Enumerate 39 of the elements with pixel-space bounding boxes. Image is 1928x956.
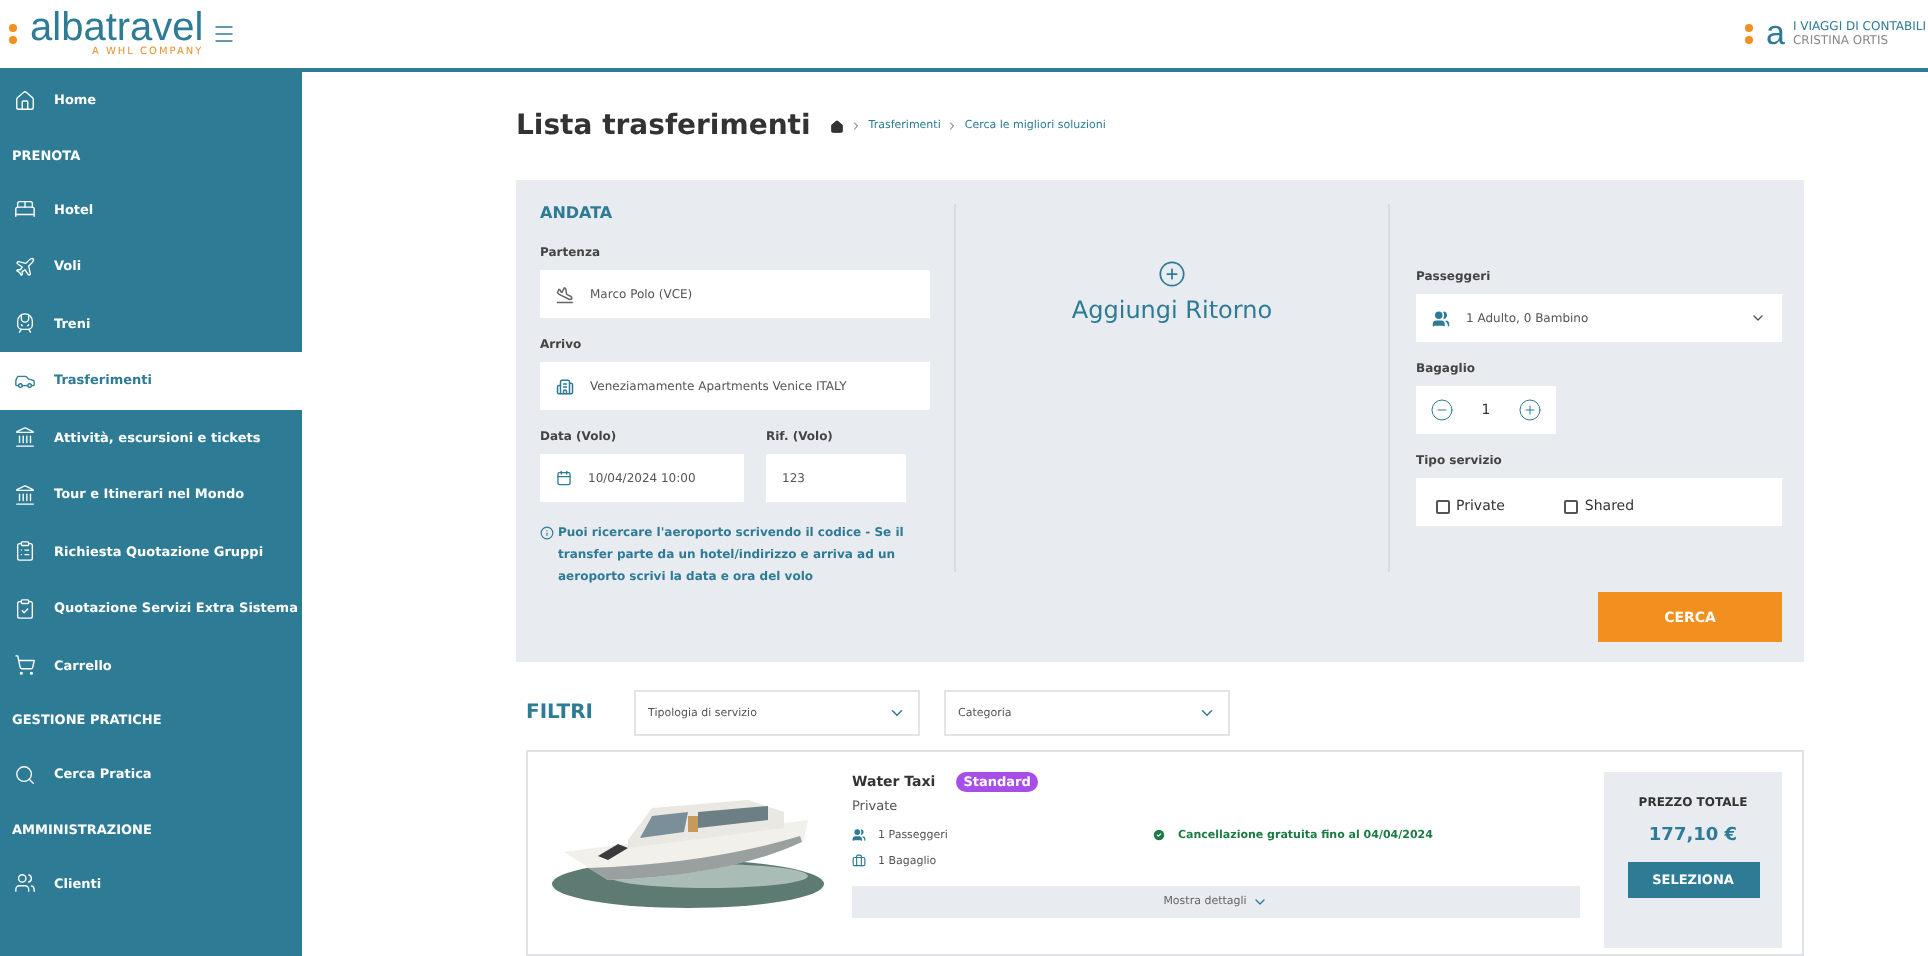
info-icon (540, 526, 554, 540)
bag-icon (852, 854, 866, 868)
clipboard-icon (14, 540, 36, 563)
chevron-down-icon (1750, 310, 1766, 326)
agency-logo: a (1766, 18, 1785, 50)
section-title: ANDATA (540, 204, 615, 222)
landmark-icon (14, 426, 36, 449)
menu-icon[interactable] (211, 22, 236, 46)
chevron-right-icon (946, 120, 959, 132)
home-icon[interactable] (830, 119, 845, 133)
chevron-right-icon (850, 120, 863, 132)
calendar-icon (556, 470, 572, 486)
check-icon (1152, 828, 1166, 842)
bed-icon (14, 198, 36, 221)
chevron-down-icon (888, 704, 906, 722)
people-icon (852, 828, 866, 842)
chevron-down-icon (1198, 704, 1216, 722)
plus-icon[interactable] (1158, 260, 1186, 288)
home-icon (14, 89, 36, 112)
minus-icon[interactable] (1429, 398, 1454, 422)
chevron-down-icon (1252, 894, 1269, 910)
page-title: Lista trasferimenti (516, 110, 811, 142)
plane-icon (14, 255, 36, 278)
add-return-link[interactable]: Aggiungi Ritorno (1071, 296, 1273, 324)
cart-icon (14, 654, 36, 677)
search-icon (14, 763, 36, 786)
clipboard-icon (14, 597, 36, 620)
logo-dots-icon (8, 22, 18, 46)
building-icon (556, 377, 574, 395)
train-icon (14, 312, 36, 335)
price-value: 177,10 € (1648, 826, 1738, 846)
brand-logo: albatravel (30, 10, 204, 46)
plane-landing-icon (556, 285, 574, 303)
filters-title: FILTRI (526, 702, 596, 724)
plus-icon[interactable] (1518, 398, 1543, 422)
people-icon (1432, 309, 1450, 327)
logo-dots-icon (1744, 22, 1754, 46)
people-icon (14, 872, 36, 895)
landmark-icon (14, 483, 36, 506)
